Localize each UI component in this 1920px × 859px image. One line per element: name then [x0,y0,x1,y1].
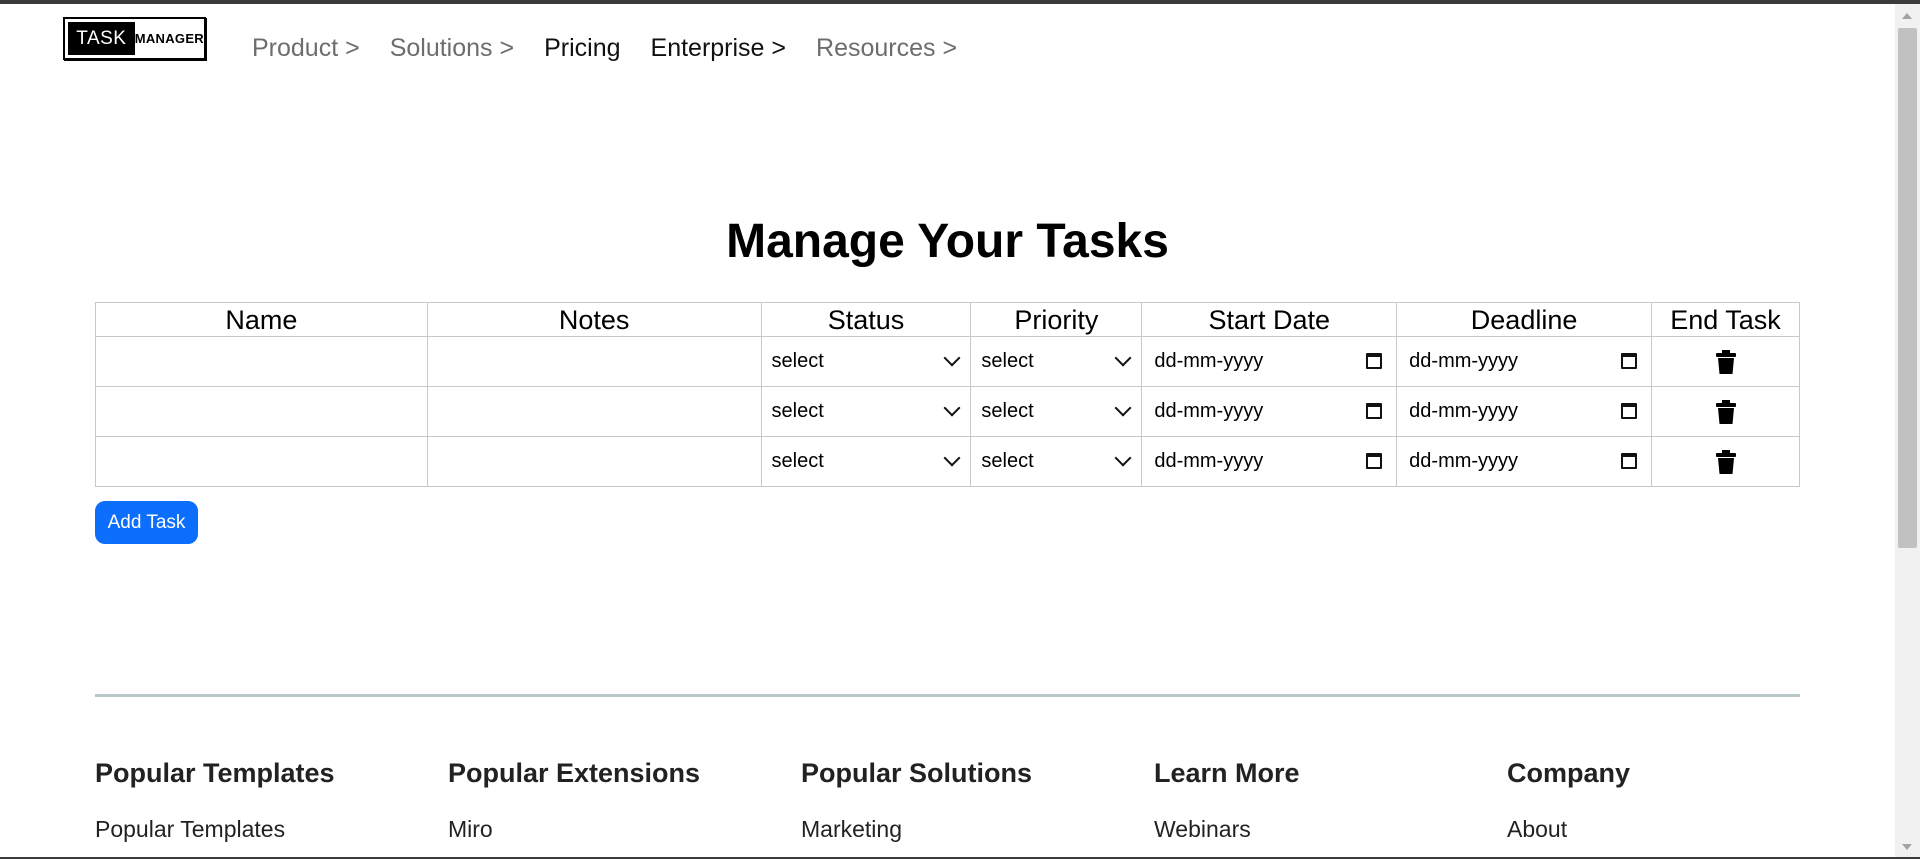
task-manager-logo[interactable]: TASK MANAGER [63,17,206,60]
header-status: Status [760,302,972,337]
footer-heading: Popular Solutions [801,758,1033,788]
name-cell[interactable] [95,336,428,387]
page-title: Manage Your Tasks [726,215,1169,268]
deadline-placeholder: dd-mm-yyyy [1409,349,1519,372]
footer-column-solutions: Popular Solutions Marketing [801,758,1032,843]
priority-select[interactable]: select [981,445,1135,477]
deadline-placeholder: dd-mm-yyyy [1409,399,1519,422]
status-select[interactable]: select [772,445,965,477]
header-name: Name [95,302,428,337]
nav-enterprise[interactable]: Enterprise > [651,34,787,63]
notes-cell[interactable] [426,336,762,387]
start-date-input[interactable]: dd-mm-yyyy [1154,395,1383,427]
footer-column-learn-more: Learn More Webinars [1154,758,1300,843]
nav-resources[interactable]: Resources > [816,34,957,63]
chevron-down-icon [1114,349,1132,367]
header-notes: Notes [426,302,762,337]
site-header: TASK MANAGER Product > Solutions > Prici… [0,4,1895,94]
nav-pricing[interactable]: Pricing [544,34,620,63]
calendar-icon[interactable] [1621,403,1638,419]
chevron-down-icon [943,449,961,467]
scroll-up-arrow-icon[interactable] [1902,13,1912,19]
footer-link[interactable]: Webinars [1154,816,1300,843]
status-select[interactable]: select [772,345,965,377]
calendar-icon[interactable] [1621,353,1638,369]
footer-heading: Popular Extensions [448,758,701,788]
table-row: select select dd-mm-yyyy dd-mm-yyyy [95,386,1800,437]
notes-cell[interactable] [426,436,762,487]
header-priority: Priority [970,302,1143,337]
footer-link[interactable]: Miro [448,816,700,843]
scrollbar-thumb[interactable] [1898,28,1917,548]
deadline-placeholder: dd-mm-yyyy [1409,449,1519,472]
tasks-table: Name Notes Status Priority Start Date De… [95,302,1800,487]
deadline-input[interactable]: dd-mm-yyyy [1409,345,1638,377]
status-select-value: select [771,449,824,472]
chevron-down-icon [1114,399,1132,417]
name-cell[interactable] [95,386,428,437]
header-end-task: End Task [1651,302,1800,337]
trash-icon[interactable] [1715,349,1736,374]
calendar-icon[interactable] [1621,453,1638,469]
priority-select-value: select [981,349,1034,372]
footer-link[interactable]: Marketing [801,816,1032,843]
calendar-icon[interactable] [1366,453,1383,469]
priority-select-value: select [981,449,1034,472]
priority-select-value: select [981,399,1034,422]
start-date-input[interactable]: dd-mm-yyyy [1154,445,1383,477]
status-select-value: select [771,399,824,422]
main-nav: Product > Solutions > Pricing Enterprise… [252,34,957,63]
calendar-icon[interactable] [1366,403,1383,419]
footer-link[interactable]: Popular Templates [95,816,335,843]
start-date-placeholder: dd-mm-yyyy [1154,399,1264,422]
logo-manager-text: MANAGER [134,31,204,46]
footer-column-company: Company About [1507,758,1630,843]
table-row: select select dd-mm-yyyy dd-mm-yyyy [95,336,1800,387]
status-select-value: select [771,349,824,372]
name-cell[interactable] [95,436,428,487]
table-header-row: Name Notes Status Priority Start Date De… [95,302,1800,337]
trash-icon[interactable] [1715,449,1736,474]
priority-select[interactable]: select [981,395,1135,427]
footer-column-templates: Popular Templates Popular Templates [95,758,335,843]
deadline-input[interactable]: dd-mm-yyyy [1409,445,1638,477]
calendar-icon[interactable] [1366,353,1383,369]
footer-link[interactable]: About [1507,816,1630,843]
add-task-button[interactable]: Add Task [95,501,198,544]
scroll-down-arrow-icon[interactable] [1902,844,1912,850]
footer-heading: Popular Templates [95,758,335,788]
chevron-down-icon [943,349,961,367]
footer-divider [95,694,1800,697]
footer-heading: Company [1507,758,1631,788]
footer-heading: Learn More [1154,758,1300,788]
start-date-placeholder: dd-mm-yyyy [1154,449,1264,472]
nav-solutions[interactable]: Solutions > [390,34,514,63]
start-date-placeholder: dd-mm-yyyy [1154,349,1264,372]
status-select[interactable]: select [772,395,965,427]
chevron-down-icon [943,399,961,417]
footer-column-extensions: Popular Extensions Miro [448,758,700,843]
nav-product[interactable]: Product > [252,34,360,63]
logo-task-text: TASK [68,22,135,55]
header-start-date: Start Date [1141,302,1398,337]
notes-cell[interactable] [426,386,762,437]
header-deadline: Deadline [1396,302,1653,337]
deadline-input[interactable]: dd-mm-yyyy [1409,395,1638,427]
vertical-scrollbar[interactable] [1895,4,1920,859]
chevron-down-icon [1114,449,1132,467]
table-row: select select dd-mm-yyyy dd-mm-yyyy [95,436,1800,487]
priority-select[interactable]: select [981,345,1135,377]
start-date-input[interactable]: dd-mm-yyyy [1154,345,1383,377]
trash-icon[interactable] [1715,399,1736,424]
